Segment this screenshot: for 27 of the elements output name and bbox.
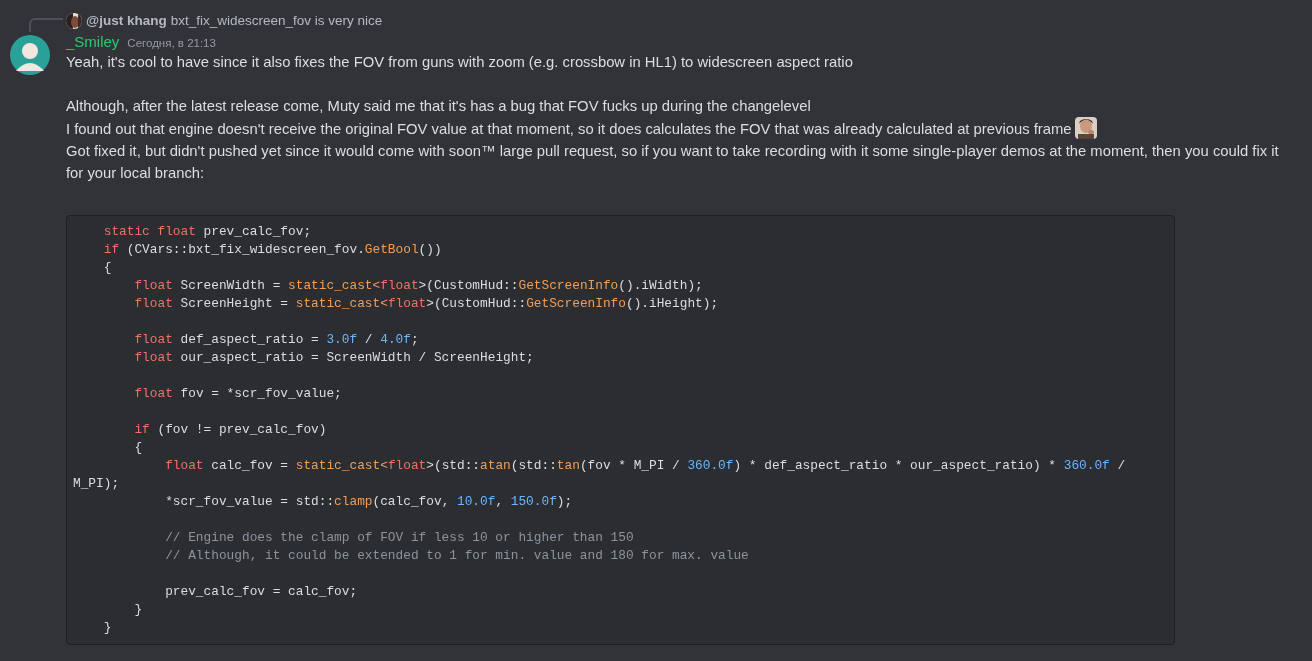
timestamp: Сегодня, в 21:13 (127, 36, 216, 51)
code-line: float calc_fov = static_cast<float>(std::atan(std::tan(fov * M_PI / 360.0f) * def_aspect_ratio * our_aspect_ratio) * 360.0f / M_PI); (73, 457, 1127, 493)
author-name[interactable]: _Smiley (66, 31, 120, 54)
code-line: } (133, 601, 144, 619)
message-text: Although, after the latest release come, Muty said me that it's has a bug that FOV fucks up during the changelevel (66, 98, 811, 114)
code-line: // Although, it could be extended to 1 for min. value and 180 for max. value (164, 547, 750, 565)
code-line: { (102, 259, 113, 277)
code-line: float ScreenWidth = static_cast<float>(CustomHud::GetScreenInfo().iWidth); (133, 277, 704, 295)
code-line: if (fov != prev_calc_fov) (133, 421, 328, 439)
code-line: } (102, 619, 113, 637)
avatar (10, 35, 50, 75)
message-text: Got fixed it, but didn't pushed yet since it would come with soon™ large pull request, so if you want to take recording with it some single-player demos at the moment, then you could fix it for your local branch: (66, 143, 1279, 181)
code-line: // Engine does the clamp of FOV if less 10 or higher than 150 (164, 529, 635, 547)
code-line: static float prev_calc_fov; (102, 223, 313, 241)
code-line: float fov = *scr_fov_value; (133, 385, 343, 403)
reply-connector (29, 18, 63, 32)
code-line: prev_calc_fov = calc_fov; (164, 583, 359, 601)
reply-text: bxt_fix_widescreen_fov is very nice (170, 11, 383, 30)
code-line: float def_aspect_ratio = 3.0f / 4.0f; (133, 331, 420, 349)
code-line: { (133, 439, 144, 457)
code-line: float ScreenHeight = static_cast<float>(CustomHud::GetScreenInfo().iHeight); (133, 295, 720, 313)
code-line: float our_aspect_ratio = ScreenWidth / ScreenHeight; (133, 349, 535, 367)
code-line: if (CVars::bxt_fix_widescreen_fov.GetBool()) (102, 241, 443, 259)
reply-author: @just khang (86, 11, 167, 30)
message-text: Yeah, it's cool to have since it also fixes the FOV from guns with zoom (e.g. crossbow in HL1) to widescreen aspect ratio (66, 54, 853, 70)
code-line: *scr_fov_value = std::clamp(calc_fov, 10.0f, 150.0f); (164, 493, 574, 511)
message-text: I found out that engine doesn't receive the original FOV value at that moment, so it does calculates the FOV that was already calculated at previous frame (66, 121, 1072, 137)
